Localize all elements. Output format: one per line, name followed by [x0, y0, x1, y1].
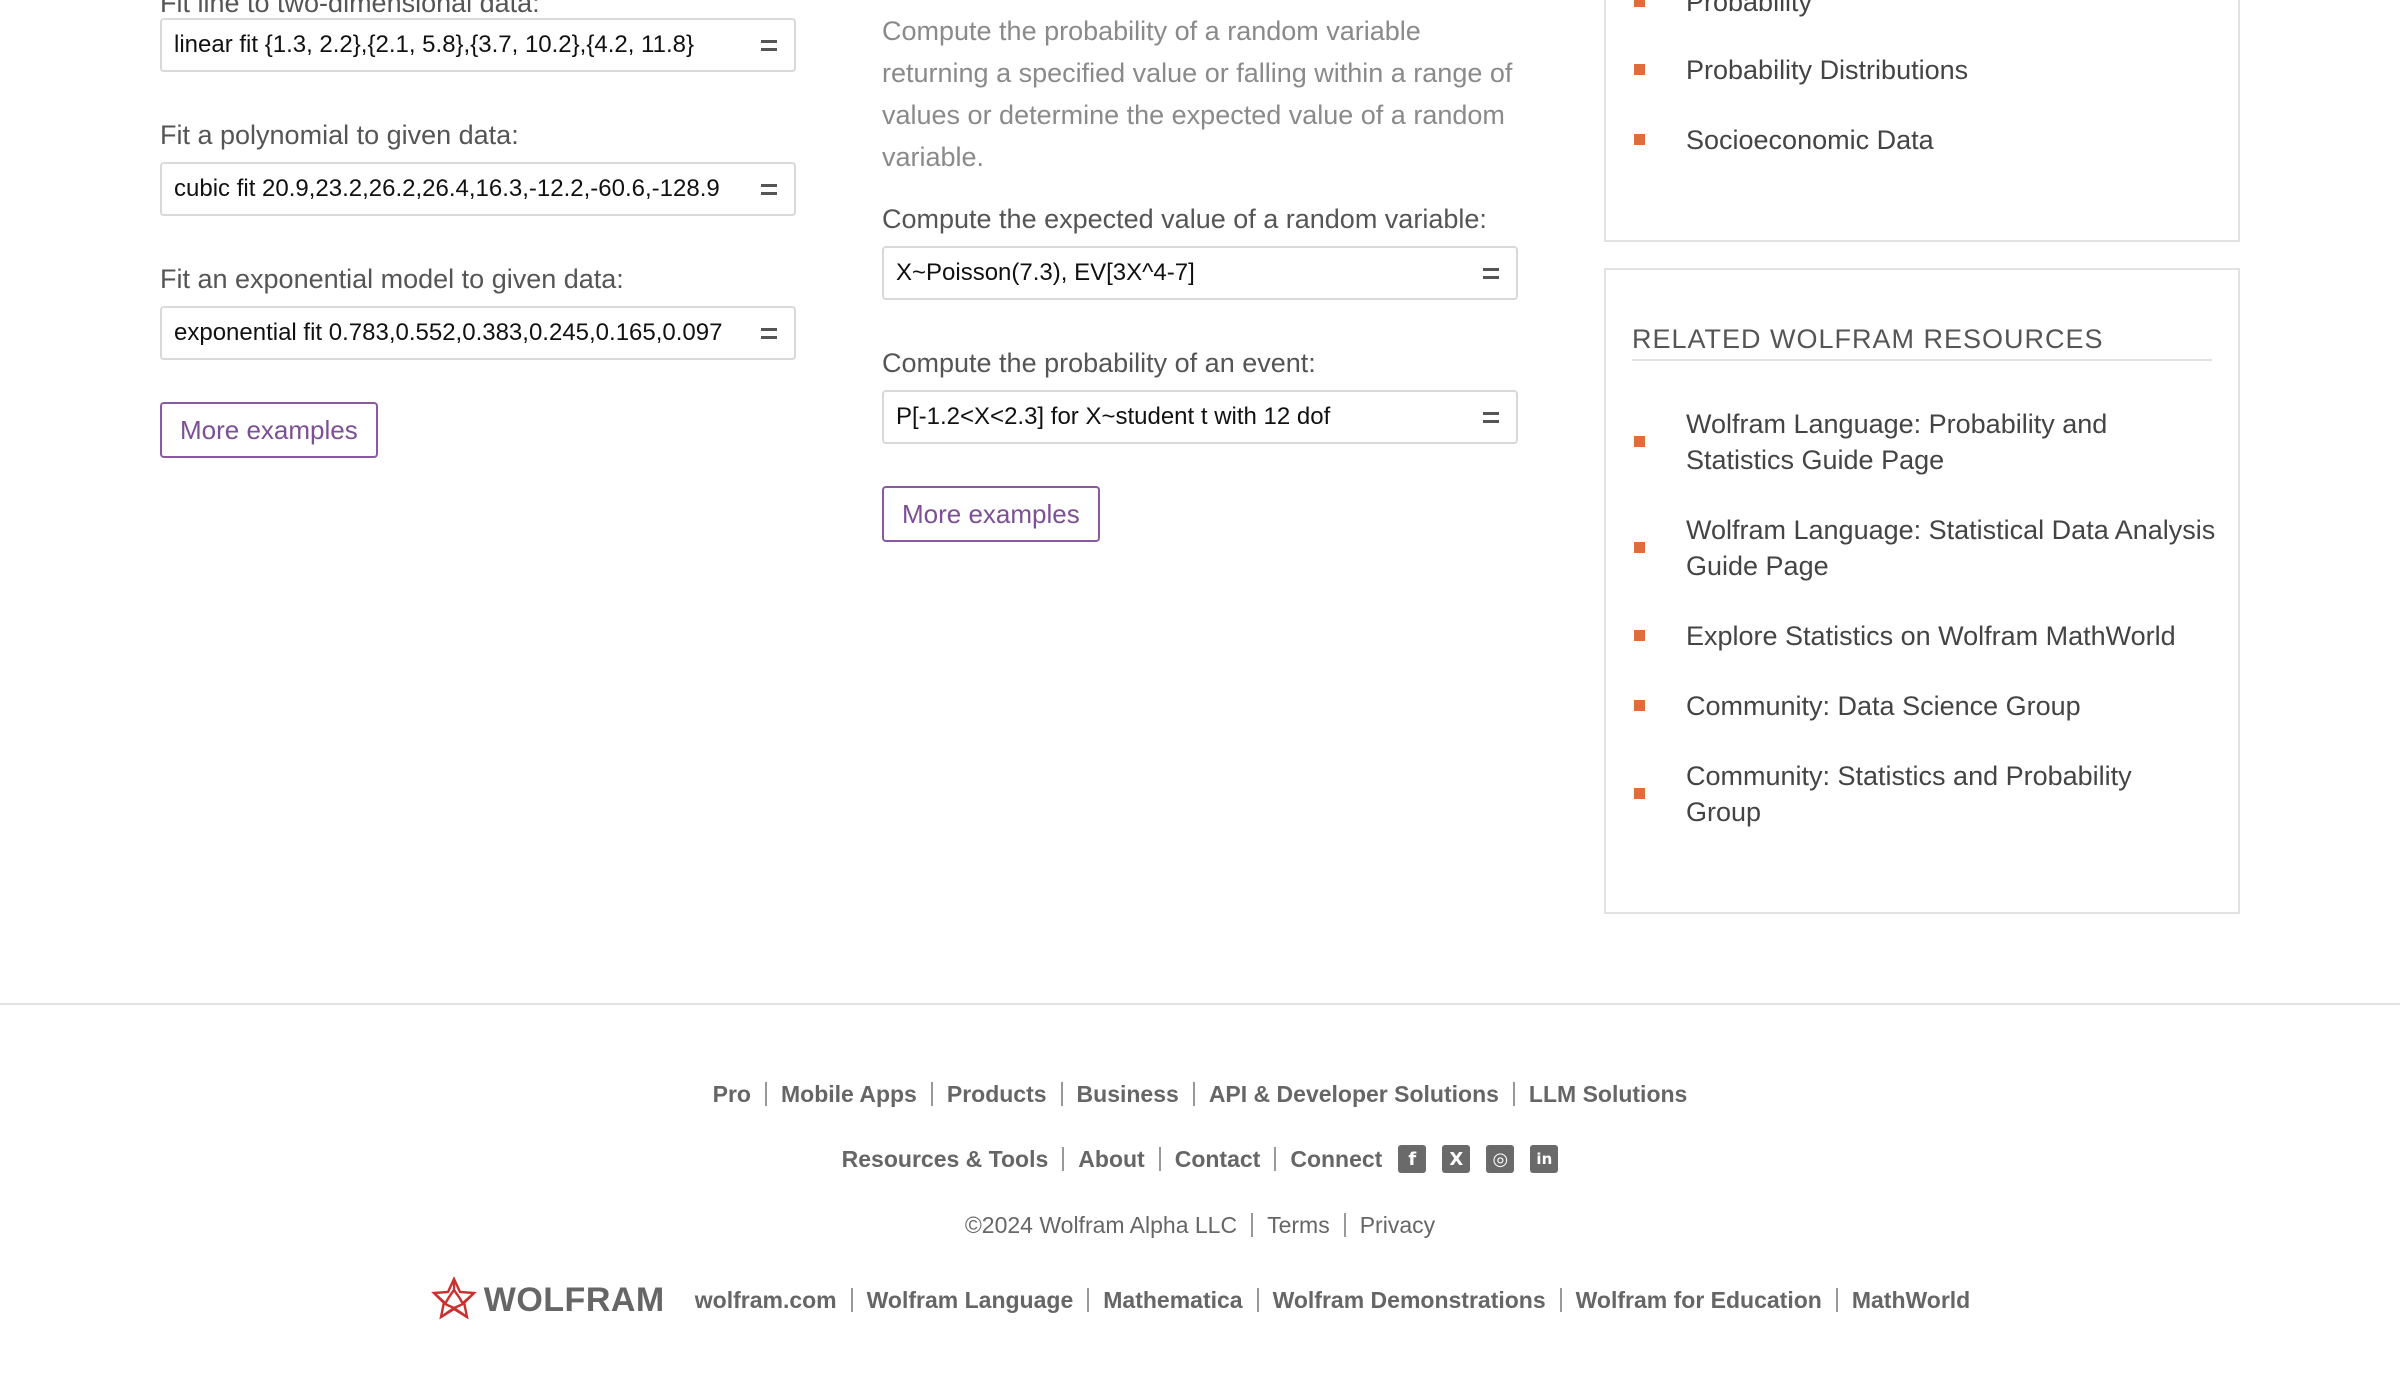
more-examples-button[interactable]: More examples	[882, 486, 1100, 542]
separator	[1158, 1147, 1161, 1171]
topics-panel	[1604, 0, 2240, 242]
footer-link-api-developer[interactable]: API & Developer Solutions	[1209, 1081, 1499, 1108]
footer-link-connect: Connect	[1290, 1145, 1383, 1172]
resource-line: Group	[1686, 797, 1762, 827]
footer-link-pro[interactable]: Pro	[713, 1081, 751, 1108]
separator	[1274, 1147, 1277, 1171]
compute-equals-icon[interactable]	[744, 164, 794, 214]
expected-value-input[interactable]: X~Poisson(7.3), EV[3X^4-7]	[882, 246, 1518, 300]
bullet	[1634, 64, 1645, 75]
resource-line: Wolfram Language: Statistical Data Analy…	[1686, 515, 2216, 545]
bullet	[1634, 542, 1645, 553]
separator	[764, 1082, 767, 1106]
separator	[850, 1288, 853, 1312]
polynomial-fit-value: cubic fit 20.9,23.2,26.2,26.4,16.3,-12.2…	[174, 175, 720, 202]
footer-link-contact[interactable]: Contact	[1175, 1146, 1261, 1173]
expected-value-label: Compute the expected value of a random v…	[882, 204, 1487, 234]
fit-line-input[interactable]: linear fit {1.3, 2.2},{2.1, 5.8},{3.7, 1…	[160, 18, 796, 72]
separator	[1256, 1288, 1259, 1312]
footer-nav-secondary: Resources & Tools About Contact Connect …	[0, 1141, 2400, 1177]
footer-link-wolfram-language[interactable]: Wolfram Language	[867, 1287, 1074, 1314]
wolfram-logo[interactable]: WOLFRAM	[430, 1276, 665, 1324]
compute-equals-icon[interactable]	[1466, 392, 1516, 442]
resource-link-mathworld-statistics[interactable]: Explore Statistics on Wolfram MathWorld	[1686, 618, 2176, 654]
bullet	[1634, 436, 1645, 447]
wolfram-logo-text: WOLFRAM	[483, 1280, 665, 1319]
separator	[1512, 1082, 1515, 1106]
separator	[1192, 1082, 1195, 1106]
topic-link-probability-distributions[interactable]: Probability Distributions	[1686, 52, 1968, 88]
event-probability-label: Compute the probability of an event:	[882, 348, 1316, 378]
footer-link-mathematica[interactable]: Mathematica	[1103, 1287, 1242, 1314]
footer-link-wolfram-education[interactable]: Wolfram for Education	[1576, 1287, 1822, 1314]
related-resources-heading: RELATED WOLFRAM RESOURCES	[1632, 324, 2212, 361]
exponential-fit-value: exponential fit 0.783,0.552,0.383,0.245,…	[174, 319, 723, 346]
polynomial-fit-label: Fit a polynomial to given data:	[160, 120, 519, 150]
resource-line: Community: Data Science Group	[1686, 691, 2081, 721]
separator	[1835, 1288, 1838, 1312]
wolfram-spikey-icon	[430, 1276, 477, 1320]
resource-link-probability-guide[interactable]: Wolfram Language: Probability and Statis…	[1686, 406, 2107, 478]
facebook-icon[interactable]: f	[1398, 1145, 1427, 1173]
event-probability-value: P[-1.2<X<2.3] for X~student t with 12 do…	[896, 403, 1331, 430]
separator	[1060, 1082, 1063, 1106]
compute-equals-icon[interactable]	[744, 308, 794, 358]
topic-link-probability[interactable]: Probability	[1686, 0, 1812, 20]
compute-equals-icon[interactable]	[1466, 248, 1516, 298]
resource-link-statistics-probability-group[interactable]: Community: Statistics and Probability Gr…	[1686, 758, 2132, 830]
footer-link-wolfram-com[interactable]: wolfram.com	[695, 1287, 837, 1314]
bullet	[1634, 788, 1645, 799]
resource-line: Guide Page	[1686, 551, 1829, 581]
footer-link-mobile-apps[interactable]: Mobile Apps	[781, 1081, 917, 1108]
footer-link-about[interactable]: About	[1078, 1146, 1144, 1173]
footer-legal: ©2024 Wolfram Alpha LLC Terms Privacy	[0, 1207, 2400, 1243]
footer-nav-primary: Pro Mobile Apps Products Business API & …	[0, 1076, 2400, 1112]
resource-line: Community: Statistics and Probability	[1686, 761, 2132, 791]
footer-link-mathworld[interactable]: MathWorld	[1852, 1287, 1970, 1314]
copyright-text: ©2024 Wolfram Alpha LLC	[964, 1211, 1238, 1238]
bullet	[1634, 630, 1645, 641]
fit-line-value: linear fit {1.3, 2.2},{2.1, 5.8},{3.7, 1…	[174, 31, 694, 58]
footer-link-resources-tools[interactable]: Resources & Tools	[842, 1146, 1049, 1173]
resource-line: Statistics Guide Page	[1686, 445, 1945, 475]
footer-link-business[interactable]: Business	[1077, 1081, 1179, 1108]
footer-wolfram-sites: WOLFRAM wolfram.com Wolfram Language Mat…	[0, 1272, 2400, 1328]
separator	[1087, 1288, 1090, 1312]
separator	[1559, 1288, 1562, 1312]
footer-link-wolfram-demonstrations[interactable]: Wolfram Demonstrations	[1273, 1287, 1546, 1314]
expected-value-value: X~Poisson(7.3), EV[3X^4-7]	[896, 259, 1195, 286]
footer-link-llm-solutions[interactable]: LLM Solutions	[1529, 1081, 1687, 1108]
compute-equals-icon[interactable]	[744, 20, 794, 70]
event-probability-input[interactable]: P[-1.2<X<2.3] for X~student t with 12 do…	[882, 390, 1518, 444]
fit-line-label: Fit line to two-dimensional data:	[160, 0, 540, 18]
polynomial-fit-input[interactable]: cubic fit 20.9,23.2,26.2,26.4,16.3,-12.2…	[160, 162, 796, 216]
bullet	[1634, 0, 1645, 7]
footer-link-privacy[interactable]: Privacy	[1360, 1212, 1435, 1239]
exponential-fit-input[interactable]: exponential fit 0.783,0.552,0.383,0.245,…	[160, 306, 796, 360]
more-examples-button[interactable]: More examples	[160, 402, 378, 458]
probability-description: Compute the probability of a random vari…	[882, 16, 1513, 172]
resource-line: Wolfram Language: Probability and	[1686, 409, 2108, 439]
resource-link-data-science-group[interactable]: Community: Data Science Group	[1686, 688, 2081, 724]
separator	[1251, 1213, 1254, 1237]
separator	[1343, 1213, 1346, 1237]
instagram-icon[interactable]: ◎	[1486, 1145, 1515, 1173]
bullet	[1634, 700, 1645, 711]
resource-line: Explore Statistics on Wolfram MathWorld	[1686, 621, 2176, 651]
topic-link-socioeconomic-data[interactable]: Socioeconomic Data	[1686, 122, 1934, 158]
separator	[1062, 1147, 1065, 1171]
exponential-fit-label: Fit an exponential model to given data:	[160, 264, 624, 294]
separator	[930, 1082, 933, 1106]
x-icon[interactable]: X	[1442, 1145, 1471, 1173]
linkedin-icon[interactable]: in	[1530, 1145, 1559, 1173]
resource-link-statistical-analysis-guide[interactable]: Wolfram Language: Statistical Data Analy…	[1686, 512, 2215, 584]
footer-divider	[0, 1003, 2400, 1005]
bullet	[1634, 134, 1645, 145]
footer-link-terms[interactable]: Terms	[1267, 1212, 1330, 1239]
footer-link-products[interactable]: Products	[947, 1081, 1047, 1108]
